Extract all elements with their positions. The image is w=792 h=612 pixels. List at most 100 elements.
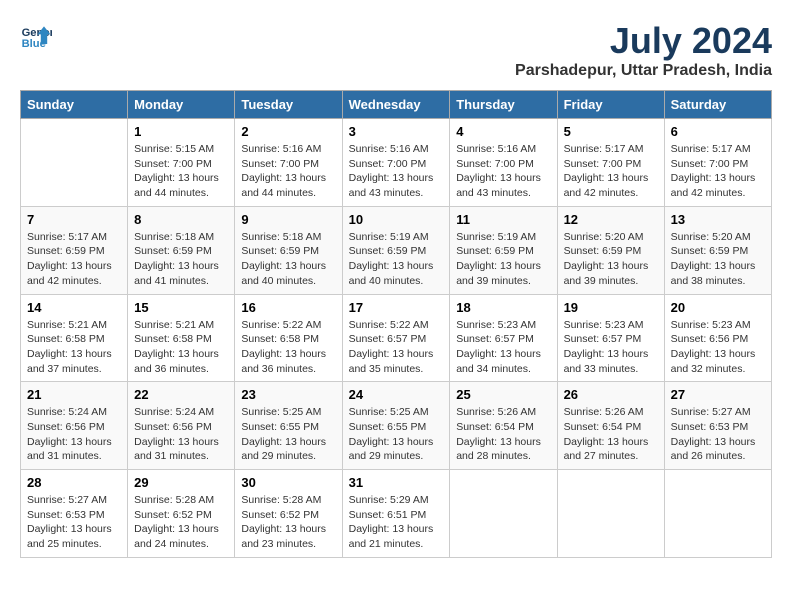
weekday-header-cell: Friday [557,91,664,119]
day-number: 15 [134,300,228,315]
calendar-cell: 29 Sunrise: 5:28 AMSunset: 6:52 PMDayligh… [128,470,235,558]
day-number: 13 [671,212,765,227]
day-info: Sunrise: 5:23 AMSunset: 6:57 PMDaylight:… [564,318,658,377]
day-number: 30 [241,475,335,490]
calendar-cell: 21 Sunrise: 5:24 AMSunset: 6:56 PMDayligh… [21,382,128,470]
weekday-header-cell: Monday [128,91,235,119]
day-number: 21 [27,387,121,402]
calendar-cell: 28 Sunrise: 5:27 AMSunset: 6:53 PMDayligh… [21,470,128,558]
calendar-cell: 13 Sunrise: 5:20 AMSunset: 6:59 PMDayligh… [664,206,771,294]
day-number: 1 [134,124,228,139]
day-info: Sunrise: 5:29 AMSunset: 6:51 PMDaylight:… [349,493,444,552]
day-number: 7 [27,212,121,227]
day-info: Sunrise: 5:28 AMSunset: 6:52 PMDaylight:… [134,493,228,552]
day-info: Sunrise: 5:19 AMSunset: 6:59 PMDaylight:… [456,230,550,289]
day-info: Sunrise: 5:19 AMSunset: 6:59 PMDaylight:… [349,230,444,289]
day-info: Sunrise: 5:22 AMSunset: 6:58 PMDaylight:… [241,318,335,377]
day-number: 6 [671,124,765,139]
day-number: 9 [241,212,335,227]
month-year-title: July 2024 [515,20,772,62]
calendar-cell: 31 Sunrise: 5:29 AMSunset: 6:51 PMDayligh… [342,470,450,558]
calendar-cell: 16 Sunrise: 5:22 AMSunset: 6:58 PMDayligh… [235,294,342,382]
calendar-cell: 15 Sunrise: 5:21 AMSunset: 6:58 PMDayligh… [128,294,235,382]
day-info: Sunrise: 5:28 AMSunset: 6:52 PMDaylight:… [241,493,335,552]
location-subtitle: Parshadepur, Uttar Pradesh, India [515,62,772,80]
day-number: 16 [241,300,335,315]
day-number: 2 [241,124,335,139]
title-block: July 2024 Parshadepur, Uttar Pradesh, In… [515,20,772,80]
day-number: 25 [456,387,550,402]
day-number: 17 [349,300,444,315]
calendar-cell: 25 Sunrise: 5:26 AMSunset: 6:54 PMDayligh… [450,382,557,470]
day-info: Sunrise: 5:24 AMSunset: 6:56 PMDaylight:… [134,405,228,464]
calendar-cell: 18 Sunrise: 5:23 AMSunset: 6:57 PMDayligh… [450,294,557,382]
day-info: Sunrise: 5:23 AMSunset: 6:56 PMDaylight:… [671,318,765,377]
calendar-cell: 17Sunrise: 5:22 AMSunset: 6:57 PMDayligh… [342,294,450,382]
day-info: Sunrise: 5:21 AMSunset: 6:58 PMDaylight:… [134,318,228,377]
calendar-cell: 2 Sunrise: 5:16 AMSunset: 7:00 PMDaylight… [235,119,342,207]
day-info: Sunrise: 5:26 AMSunset: 6:54 PMDaylight:… [564,405,658,464]
day-number: 5 [564,124,658,139]
calendar-cell: 22 Sunrise: 5:24 AMSunset: 6:56 PMDayligh… [128,382,235,470]
calendar-week-row: 21 Sunrise: 5:24 AMSunset: 6:56 PMDayligh… [21,382,772,470]
day-info: Sunrise: 5:17 AMSunset: 6:59 PMDaylight:… [27,230,121,289]
weekday-header-cell: Saturday [664,91,771,119]
day-info: Sunrise: 5:16 AMSunset: 7:00 PMDaylight:… [456,142,550,201]
day-number: 22 [134,387,228,402]
day-info: Sunrise: 5:20 AMSunset: 6:59 PMDaylight:… [671,230,765,289]
calendar-cell: 10 Sunrise: 5:19 AMSunset: 6:59 PMDayligh… [342,206,450,294]
logo: General Blue [20,20,52,52]
calendar-cell: 7 Sunrise: 5:17 AMSunset: 6:59 PMDaylight… [21,206,128,294]
calendar-week-row: 28 Sunrise: 5:27 AMSunset: 6:53 PMDayligh… [21,470,772,558]
page-header: General Blue July 2024 Parshadepur, Utta… [20,20,772,80]
day-info: Sunrise: 5:20 AMSunset: 6:59 PMDaylight:… [564,230,658,289]
weekday-header-cell: Sunday [21,91,128,119]
day-number: 23 [241,387,335,402]
day-number: 29 [134,475,228,490]
weekday-header-cell: Tuesday [235,91,342,119]
day-info: Sunrise: 5:25 AMSunset: 6:55 PMDaylight:… [241,405,335,464]
calendar-week-row: 1 Sunrise: 5:15 AMSunset: 7:00 PMDaylight… [21,119,772,207]
calendar-cell: 11 Sunrise: 5:19 AMSunset: 6:59 PMDayligh… [450,206,557,294]
day-number: 26 [564,387,658,402]
day-number: 28 [27,475,121,490]
day-number: 14 [27,300,121,315]
weekday-header-row: SundayMondayTuesdayWednesdayThursdayFrid… [21,91,772,119]
day-info: Sunrise: 5:15 AMSunset: 7:00 PMDaylight:… [134,142,228,201]
day-info: Sunrise: 5:16 AMSunset: 7:00 PMDaylight:… [241,142,335,201]
calendar-cell: 1 Sunrise: 5:15 AMSunset: 7:00 PMDaylight… [128,119,235,207]
day-number: 4 [456,124,550,139]
day-number: 10 [349,212,444,227]
calendar-table: SundayMondayTuesdayWednesdayThursdayFrid… [20,90,772,558]
day-number: 11 [456,212,550,227]
calendar-cell: 6Sunrise: 5:17 AMSunset: 7:00 PMDaylight… [664,119,771,207]
calendar-week-row: 7 Sunrise: 5:17 AMSunset: 6:59 PMDaylight… [21,206,772,294]
calendar-cell: 30 Sunrise: 5:28 AMSunset: 6:52 PMDayligh… [235,470,342,558]
day-info: Sunrise: 5:25 AMSunset: 6:55 PMDaylight:… [349,405,444,464]
weekday-header-cell: Wednesday [342,91,450,119]
day-info: Sunrise: 5:18 AMSunset: 6:59 PMDaylight:… [241,230,335,289]
day-info: Sunrise: 5:27 AMSunset: 6:53 PMDaylight:… [671,405,765,464]
calendar-cell [450,470,557,558]
day-number: 8 [134,212,228,227]
calendar-cell: 20Sunrise: 5:23 AMSunset: 6:56 PMDayligh… [664,294,771,382]
day-info: Sunrise: 5:26 AMSunset: 6:54 PMDaylight:… [456,405,550,464]
calendar-cell: 19 Sunrise: 5:23 AMSunset: 6:57 PMDayligh… [557,294,664,382]
calendar-cell: 14Sunrise: 5:21 AMSunset: 6:58 PMDayligh… [21,294,128,382]
calendar-cell: 23 Sunrise: 5:25 AMSunset: 6:55 PMDayligh… [235,382,342,470]
calendar-cell [557,470,664,558]
calendar-cell: 24 Sunrise: 5:25 AMSunset: 6:55 PMDayligh… [342,382,450,470]
calendar-cell: 12 Sunrise: 5:20 AMSunset: 6:59 PMDayligh… [557,206,664,294]
calendar-cell: 4 Sunrise: 5:16 AMSunset: 7:00 PMDaylight… [450,119,557,207]
day-info: Sunrise: 5:24 AMSunset: 6:56 PMDaylight:… [27,405,121,464]
weekday-header-cell: Thursday [450,91,557,119]
calendar-cell [664,470,771,558]
day-number: 18 [456,300,550,315]
day-number: 24 [349,387,444,402]
calendar-cell: 3Sunrise: 5:16 AMSunset: 7:00 PMDaylight… [342,119,450,207]
day-number: 31 [349,475,444,490]
day-info: Sunrise: 5:23 AMSunset: 6:57 PMDaylight:… [456,318,550,377]
day-number: 12 [564,212,658,227]
day-number: 19 [564,300,658,315]
day-info: Sunrise: 5:27 AMSunset: 6:53 PMDaylight:… [27,493,121,552]
